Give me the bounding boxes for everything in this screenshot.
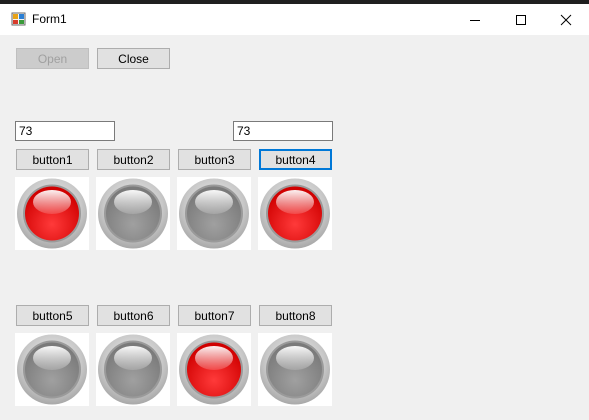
close-window-button[interactable] — [543, 4, 589, 35]
button6[interactable]: button6 — [97, 305, 170, 326]
lamp-off-icon — [179, 178, 249, 249]
minimize-icon — [470, 19, 480, 21]
winforms-app-icon — [11, 12, 26, 26]
lamp-on-icon — [17, 178, 87, 249]
lamp-8 — [258, 333, 332, 406]
title-bar[interactable]: Form1 — [0, 4, 589, 35]
minimize-button[interactable] — [452, 4, 498, 35]
lamp-off-icon — [17, 334, 87, 405]
button5[interactable]: button5 — [16, 305, 89, 326]
lamp-2 — [96, 177, 170, 250]
button4[interactable]: button4 — [259, 149, 332, 170]
lamp-5 — [15, 333, 89, 406]
button3[interactable]: button3 — [178, 149, 251, 170]
lamp-off-icon — [98, 178, 168, 249]
lamp-7 — [177, 333, 251, 406]
lamp-1 — [15, 177, 89, 250]
open-button[interactable]: Open — [16, 48, 89, 69]
window-title: Form1 — [32, 12, 67, 26]
lamp-4 — [258, 177, 332, 250]
button7[interactable]: button7 — [178, 305, 251, 326]
close-icon — [560, 14, 572, 25]
value-textbox-right[interactable]: 73 — [233, 121, 333, 141]
value-textbox-left[interactable]: 73 — [15, 121, 115, 141]
lamp-off-icon — [98, 334, 168, 405]
lamp-on-icon — [260, 178, 330, 249]
maximize-button[interactable] — [498, 4, 544, 35]
button2[interactable]: button2 — [97, 149, 170, 170]
lamp-off-icon — [260, 334, 330, 405]
lamp-on-icon — [179, 334, 249, 405]
lamp-3 — [177, 177, 251, 250]
button8[interactable]: button8 — [259, 305, 332, 326]
maximize-icon — [516, 14, 526, 25]
form1-window: Form1 Open Close 73 73 button1 button2 b… — [0, 0, 589, 420]
close-button[interactable]: Close — [97, 48, 170, 69]
button1[interactable]: button1 — [16, 149, 89, 170]
lamp-6 — [96, 333, 170, 406]
